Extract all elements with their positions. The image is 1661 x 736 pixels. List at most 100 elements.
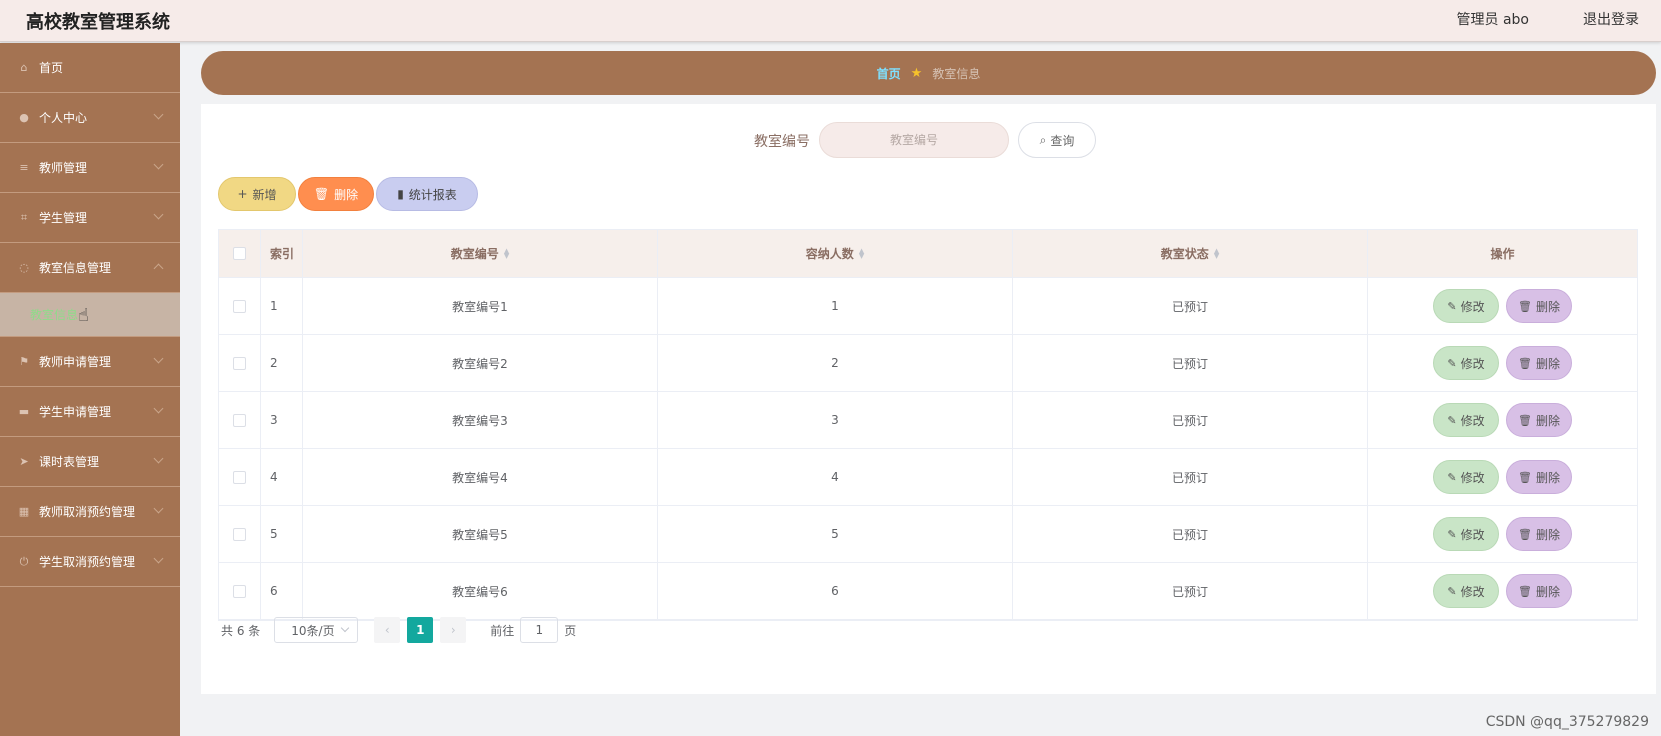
sidebar-item-personal-center[interactable]: ● 个人中心 <box>0 93 180 143</box>
row-index: 2 <box>261 335 303 391</box>
sidebar-item-timetable[interactable]: ➤ 课时表管理 <box>0 437 180 487</box>
row-checkbox[interactable] <box>233 470 246 484</box>
next-page-button[interactable]: › <box>440 617 467 643</box>
table-row: 4 教室编号4 4 已预订 ✎ 修改 🗑 删除 <box>219 449 1637 506</box>
row-capacity: 2 <box>658 335 1013 391</box>
power-icon: ⏻ <box>19 554 29 568</box>
trash-icon: 🗑 <box>1518 584 1532 598</box>
row-checkbox[interactable] <box>233 413 246 427</box>
sidebar-item-home[interactable]: ⌂ 首页 <box>0 43 180 93</box>
chevron-left-icon: ‹ <box>384 623 390 637</box>
sort-icon[interactable]: ▲ ▼ <box>504 247 509 259</box>
row-ops: ✎ 修改 🗑 删除 <box>1368 335 1637 391</box>
sidebar-subitem-label: 教室信息 <box>30 308 79 322</box>
page-number-current[interactable]: 1 <box>407 617 434 643</box>
sidebar-item-student-cancel[interactable]: ⏻ 学生取消预约管理 <box>0 537 180 587</box>
search-label: 教室编号 <box>754 134 810 150</box>
delete-button[interactable]: 🗑 删除 <box>1506 460 1572 494</box>
delete-button[interactable]: 🗑 删除 <box>1506 574 1572 608</box>
add-button[interactable]: + 新增 <box>218 177 296 211</box>
sidebar-item-classroom-info-management[interactable]: ◌ 教室信息管理 <box>0 243 180 293</box>
row-check-cell <box>219 278 261 334</box>
add-button-label: 新增 <box>252 187 277 202</box>
row-status: 已预订 <box>1013 563 1368 619</box>
sidebar-item-label: 教室信息管理 <box>39 261 112 275</box>
pencil-icon: ✎ <box>1447 584 1457 598</box>
prev-page-button[interactable]: ‹ <box>374 617 401 643</box>
trash-icon: 🗑 <box>1518 413 1532 427</box>
row-capacity: 5 <box>658 506 1013 562</box>
row-ops: ✎ 修改 🗑 删除 <box>1368 563 1637 619</box>
row-ops: ✎ 修改 🗑 删除 <box>1368 506 1637 562</box>
row-index: 4 <box>261 449 303 505</box>
delete-button[interactable]: 🗑 删除 <box>1506 517 1572 551</box>
delete-label: 删除 <box>1535 356 1560 371</box>
edit-label: 修改 <box>1460 299 1485 314</box>
delete-button[interactable]: 🗑 删除 <box>1506 289 1572 323</box>
trash-icon: 🗑 <box>1518 299 1532 313</box>
row-checkbox[interactable] <box>233 299 246 313</box>
current-user[interactable]: 管理员 abo <box>1457 9 1529 29</box>
sidebar-item-student-management[interactable]: ⌗ 学生管理 <box>0 193 180 243</box>
table-row: 6 教室编号6 6 已预订 ✎ 修改 🗑 删除 <box>219 563 1637 620</box>
delete-button[interactable]: 🗑 删除 <box>1506 346 1572 380</box>
edit-label: 修改 <box>1460 470 1485 485</box>
crop-icon: ⌗ <box>20 210 28 224</box>
search-input[interactable]: 教室编号 <box>819 122 1009 158</box>
header-capacity[interactable]: 容纳人数 ▲ ▼ <box>658 230 1013 277</box>
row-status: 已预订 <box>1013 335 1368 391</box>
sort-icon[interactable]: ▲ ▼ <box>1214 247 1219 259</box>
sort-icon[interactable]: ▲ ▼ <box>859 247 864 259</box>
goto-page-input[interactable]: 1 <box>520 617 559 643</box>
row-capacity: 6 <box>658 563 1013 619</box>
home-icon: ⌂ <box>20 61 28 74</box>
batch-delete-button[interactable]: 🗑 删除 <box>298 177 374 211</box>
logout-link[interactable]: 退出登录 <box>1583 9 1639 29</box>
edit-button[interactable]: ✎ 修改 <box>1433 346 1499 380</box>
table-row: 3 教室编号3 3 已预订 ✎ 修改 🗑 删除 <box>219 392 1637 449</box>
row-check-cell <box>219 506 261 562</box>
sidebar-subitem-classroom-info[interactable]: 教室信息 ☝ <box>0 293 180 337</box>
sidebar-item-student-application[interactable]: ▬ 学生申请管理 <box>0 387 180 437</box>
edit-button[interactable]: ✎ 修改 <box>1433 289 1499 323</box>
watermark: CSDN @qq_375279829 <box>1485 714 1649 730</box>
edit-button[interactable]: ✎ 修改 <box>1433 403 1499 437</box>
edit-button[interactable]: ✎ 修改 <box>1433 517 1499 551</box>
report-button[interactable]: ▮ 统计报表 <box>376 177 478 211</box>
row-room: 教室编号5 <box>303 506 658 562</box>
breadcrumb-home[interactable]: 首页 <box>877 65 901 82</box>
chevron-down-icon <box>153 503 164 514</box>
delete-button[interactable]: 🗑 删除 <box>1506 403 1572 437</box>
chevron-down-icon <box>153 209 164 220</box>
edit-button[interactable]: ✎ 修改 <box>1433 460 1499 494</box>
page-size-select[interactable]: 10条/页 <box>274 617 359 643</box>
select-all-checkbox[interactable] <box>233 247 246 260</box>
row-status: 已预订 <box>1013 449 1368 505</box>
header-ops: 操作 <box>1490 247 1515 261</box>
row-room: 教室编号4 <box>303 449 658 505</box>
goto-prefix: 前往 <box>490 623 515 638</box>
edit-button[interactable]: ✎ 修改 <box>1433 574 1499 608</box>
sliders-icon: ≡ <box>19 161 29 174</box>
search-button[interactable]: ⌕ 查询 <box>1018 122 1096 158</box>
row-checkbox[interactable] <box>233 356 246 370</box>
sidebar-item-teacher-management[interactable]: ≡ 教师管理 <box>0 143 180 193</box>
sidebar-item-teacher-application[interactable]: ⚑ 教师申请管理 <box>0 337 180 387</box>
sidebar-item-teacher-cancel[interactable]: ▦ 教师取消预约管理 <box>0 487 180 537</box>
header-room[interactable]: 教室编号 ▲ ▼ <box>303 230 658 277</box>
row-checkbox[interactable] <box>233 584 246 598</box>
row-status: 已预订 <box>1013 392 1368 448</box>
edit-label: 修改 <box>1460 413 1485 428</box>
main-panel: 教室编号 教室编号 ⌕ 查询 + 新增 🗑 删除 ▮ 统计报表 索引 教室编号 ▲… <box>201 104 1656 694</box>
table-row: 1 教室编号1 1 已预订 ✎ 修改 🗑 删除 <box>219 278 1637 335</box>
pencil-icon: ✎ <box>1447 299 1457 313</box>
plus-icon: + <box>237 187 248 201</box>
row-capacity: 4 <box>658 449 1013 505</box>
row-check-cell <box>219 563 261 619</box>
sidebar-item-label: 学生取消预约管理 <box>39 555 136 569</box>
chevron-down-icon <box>153 453 164 464</box>
trash-icon: 🗑 <box>1518 470 1532 484</box>
pagination-total: 共 6 条 <box>221 623 261 638</box>
header-status[interactable]: 教室状态 ▲ ▼ <box>1013 230 1368 277</box>
row-checkbox[interactable] <box>233 527 246 541</box>
